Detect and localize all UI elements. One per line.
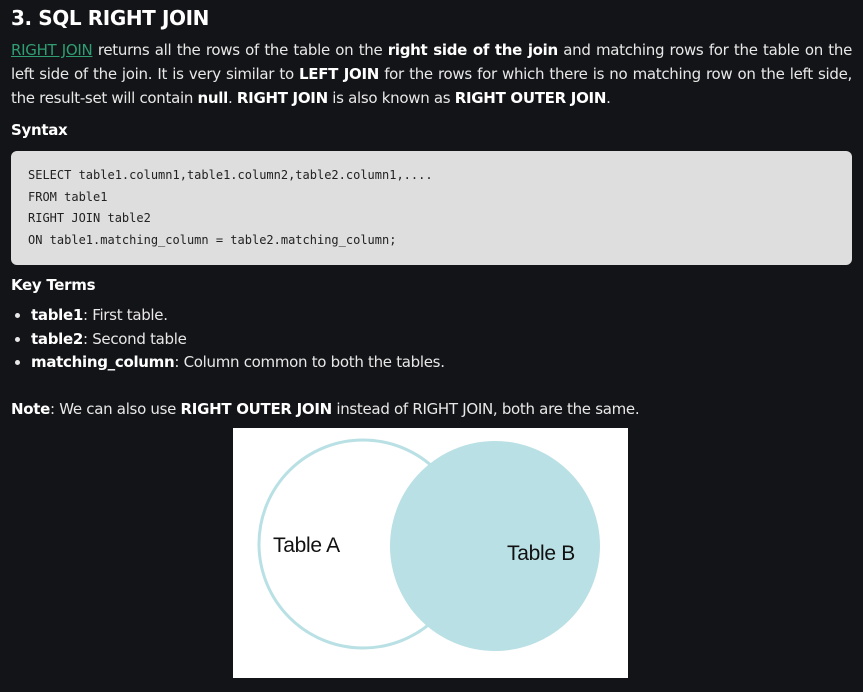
table-a-label: Table A — [273, 534, 340, 557]
key-terms-heading: Key Terms — [11, 276, 96, 294]
venn-svg: Table A Table B — [257, 438, 600, 651]
intro-paragraph: RIGHT JOIN returns all the rows of the t… — [11, 41, 853, 107]
code-line: SELECT table1.column1,table1.column2,tab… — [28, 168, 433, 182]
code-line: RIGHT JOIN table2 — [28, 211, 151, 225]
key-terms-list: table1: First table. table2: Second tabl… — [11, 304, 852, 375]
right-join-venn-diagram: Table A Table B — [233, 427, 628, 678]
section-title: 3. SQL RIGHT JOIN — [11, 6, 210, 30]
code-line: FROM table1 — [28, 189, 108, 204]
list-item: matching_column: Column common to both t… — [31, 351, 852, 375]
list-item: table2: Second table — [31, 328, 852, 352]
article: 3. SQL RIGHT JOIN RIGHT JOIN returns all… — [0, 0, 863, 678]
code-block[interactable]: SELECT table1.column1,table1.column2,tab… — [11, 151, 852, 265]
code-line: ON table1.matching_column = table2.match… — [28, 232, 397, 247]
right-join-link[interactable]: RIGHT JOIN — [11, 41, 93, 59]
list-item: table1: First table. — [31, 304, 852, 328]
table-b-label: Table B — [507, 542, 575, 565]
syntax-heading: Syntax — [11, 121, 68, 139]
note-paragraph: Note: We can also use RIGHT OUTER JOIN i… — [11, 399, 640, 418]
